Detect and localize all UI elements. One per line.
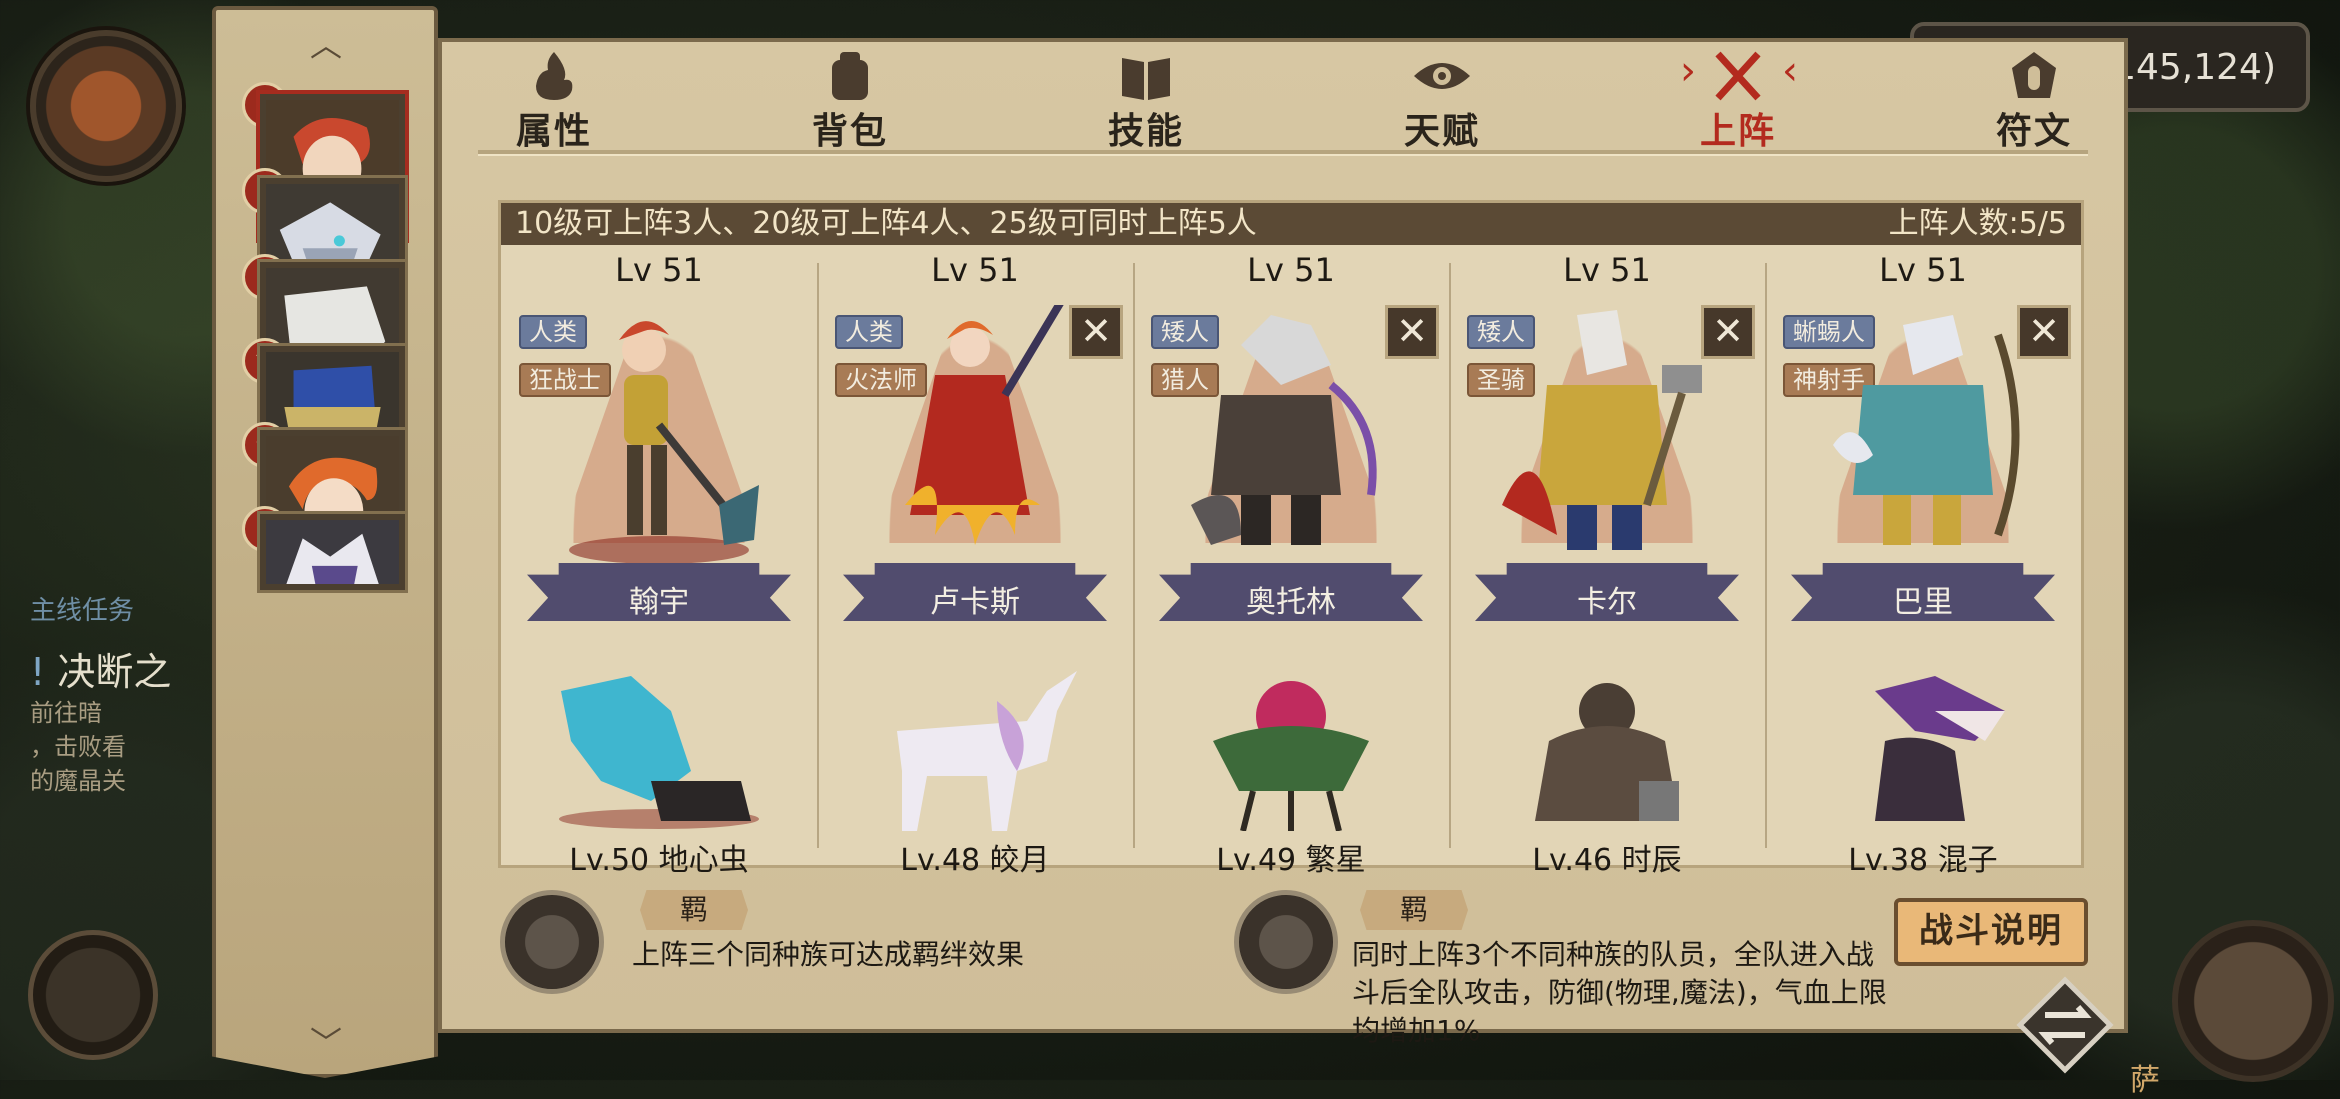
flower-monster-figure — [1213, 681, 1369, 831]
hero-level: Lv 51 — [1563, 251, 1651, 289]
battle-info-button[interactable]: 战斗说明 — [1894, 898, 2088, 966]
formation-hero-card[interactable]: Lv 51 人类 狂战士 翰宇 — [501, 245, 817, 665]
bond-description: 同时上阵3个不同种族的队员，全队进入战斗后全队攻击，防御(物理,魔法)，气血上限… — [1352, 938, 1887, 1047]
quest-title: 主线任务 — [30, 596, 135, 626]
tab-label: 背包 — [811, 111, 888, 152]
hero-level: Lv 51 — [1879, 251, 1967, 289]
berserker-figure — [569, 321, 759, 564]
quest-line: 前往暗 — [30, 699, 102, 727]
scroll-up-icon[interactable]: ︿ — [306, 29, 346, 61]
ape-figure — [1535, 683, 1679, 821]
crosshair-icon[interactable] — [500, 890, 604, 994]
tab-talents[interactable]: 天赋 — [1382, 50, 1502, 152]
quest-name: ! 决断之 — [30, 650, 172, 694]
chevron-right-icon: ‹ — [1782, 48, 1798, 94]
home-button[interactable] — [2172, 920, 2334, 1082]
hero-name: 卡尔 — [1577, 585, 1637, 620]
plant-beast-figure — [1875, 676, 2005, 821]
scroll-down-icon[interactable]: ﹀ — [306, 1027, 346, 1059]
coords-text: 145,124) — [2113, 46, 2276, 88]
formation-grid: 10级可上阵3人、20级可上阵4人、25级可同时上阵5人 上阵人数:5/5 Lv… — [498, 200, 2084, 878]
quest-line: 的魔晶关 — [30, 767, 126, 795]
rune-icon — [2012, 52, 2056, 98]
pet-label: Lv.50 地心虫 — [569, 843, 749, 878]
bond-description: 上阵三个同种族可达成羁绊效果 — [632, 938, 1025, 971]
tab-label: 天赋 — [1403, 111, 1480, 152]
hero-level: Lv 51 — [615, 251, 703, 289]
marksman-figure — [1833, 315, 2020, 545]
pet-menu-button[interactable] — [28, 930, 158, 1060]
formation-header: 10级可上阵3人、20级可上阵4人、25级可同时上阵5人 上阵人数:5/5 — [501, 203, 2081, 245]
hero-list-panel: ︿ ♆ 51 ⚚ 51 ➶ 51 ⚒ — [212, 6, 438, 1078]
bond-title: 羁绊一 — [640, 890, 749, 930]
corner-label: 萨 — [2130, 1063, 2160, 1098]
pet-label: Lv.48 皎月 — [900, 843, 1050, 878]
earthworm-beast-figure — [559, 676, 759, 829]
formation-rule: 10级可上阵3人、20级可上阵4人、25级可同时上阵5人 — [515, 206, 1257, 241]
hero-slot[interactable] — [257, 511, 408, 593]
pet-card[interactable]: Lv.46 时辰 — [1449, 671, 1765, 878]
name-ribbon: 奥托林 — [1159, 563, 1423, 621]
tab-formation[interactable]: 上阵 — [1678, 50, 1798, 152]
pet-label: Lv.46 时辰 — [1532, 843, 1682, 878]
hero-level: Lv 51 — [1247, 251, 1335, 289]
tab-label: 上阵 — [1699, 111, 1776, 152]
tab-runes[interactable]: 符文 — [1974, 50, 2094, 152]
fire-mage-figure — [905, 305, 1064, 545]
paladin-figure — [1502, 310, 1702, 550]
eye-icon — [1414, 63, 1470, 89]
quest-line: ，击败看 — [30, 733, 126, 761]
quest-tracker[interactable]: 主线任务 ! 决断之 前往暗 ，击败看 的魔晶关 — [30, 590, 240, 798]
tab-skills[interactable]: 技能 — [1086, 50, 1206, 152]
formation-panel: 属性 背包 技能 天赋 上阵 › ‹ 符文 10级可上阵3人、20级可上阵4人、… — [438, 38, 2128, 1047]
hero-portrait — [266, 520, 399, 584]
bag-icon — [832, 52, 868, 100]
crossed-swords-icon — [1715, 51, 1761, 101]
hero-name: 奥托林 — [1246, 585, 1336, 620]
pet-card[interactable]: Lv.49 繁星 — [1133, 671, 1449, 878]
name-ribbon: 卢卡斯 — [843, 563, 1107, 621]
tab-label: 符文 — [1995, 111, 2072, 152]
tab-divider — [478, 150, 2088, 156]
formation-hero-card[interactable]: Lv 51 矮人 猎人 ✕ 奥托林 — [1133, 245, 1449, 665]
hunter-figure — [1191, 315, 1377, 545]
name-ribbon: 卡尔 — [1475, 563, 1739, 621]
tab-bar: 属性 背包 技能 天赋 上阵 › ‹ 符文 — [442, 42, 2124, 152]
hero-level: Lv 51 — [931, 251, 1019, 289]
formation-count: 上阵人数:5/5 — [1888, 206, 2067, 241]
formation-hero-card[interactable]: Lv 51 人类 火法师 ✕ 卢卡斯 — [817, 245, 1133, 665]
hero-name: 卢卡斯 — [930, 585, 1020, 620]
formation-hero-card[interactable]: Lv 51 矮人 圣骑 ✕ 卡尔 — [1449, 245, 1765, 665]
pet-label: Lv.49 繁星 — [1216, 843, 1366, 878]
name-ribbon: 翰宇 — [527, 563, 791, 621]
book-icon — [1122, 58, 1170, 100]
name-ribbon: 巴里 — [1791, 563, 2055, 621]
pet-card[interactable]: Lv.48 皎月 — [817, 671, 1133, 878]
tab-attributes[interactable]: 属性 — [494, 50, 614, 152]
tab-label: 属性 — [515, 111, 592, 152]
fire-icon — [536, 52, 573, 100]
player-avatar[interactable] — [30, 30, 182, 182]
tab-label: 技能 — [1107, 111, 1184, 152]
pet-card[interactable]: Lv.38 混子 — [1765, 671, 2081, 878]
chevron-left-icon: › — [1680, 48, 1696, 94]
swap-arrows-icon[interactable] — [2010, 975, 2120, 1075]
tab-backpack[interactable]: 背包 — [790, 50, 910, 152]
hero-name: 翰宇 — [629, 585, 689, 620]
rainbow-crosshair-icon[interactable] — [1234, 890, 1338, 994]
hero-name: 巴里 — [1893, 585, 1953, 620]
unicorn-figure — [897, 671, 1077, 831]
formation-hero-card[interactable]: Lv 51 蜥蜴人 神射手 ✕ 巴里 — [1765, 245, 2081, 665]
pet-card[interactable]: Lv.50 地心虫 — [501, 671, 817, 878]
pet-label: Lv.38 混子 — [1848, 843, 1998, 878]
bond-title: 羁绊二 — [1360, 890, 1469, 930]
